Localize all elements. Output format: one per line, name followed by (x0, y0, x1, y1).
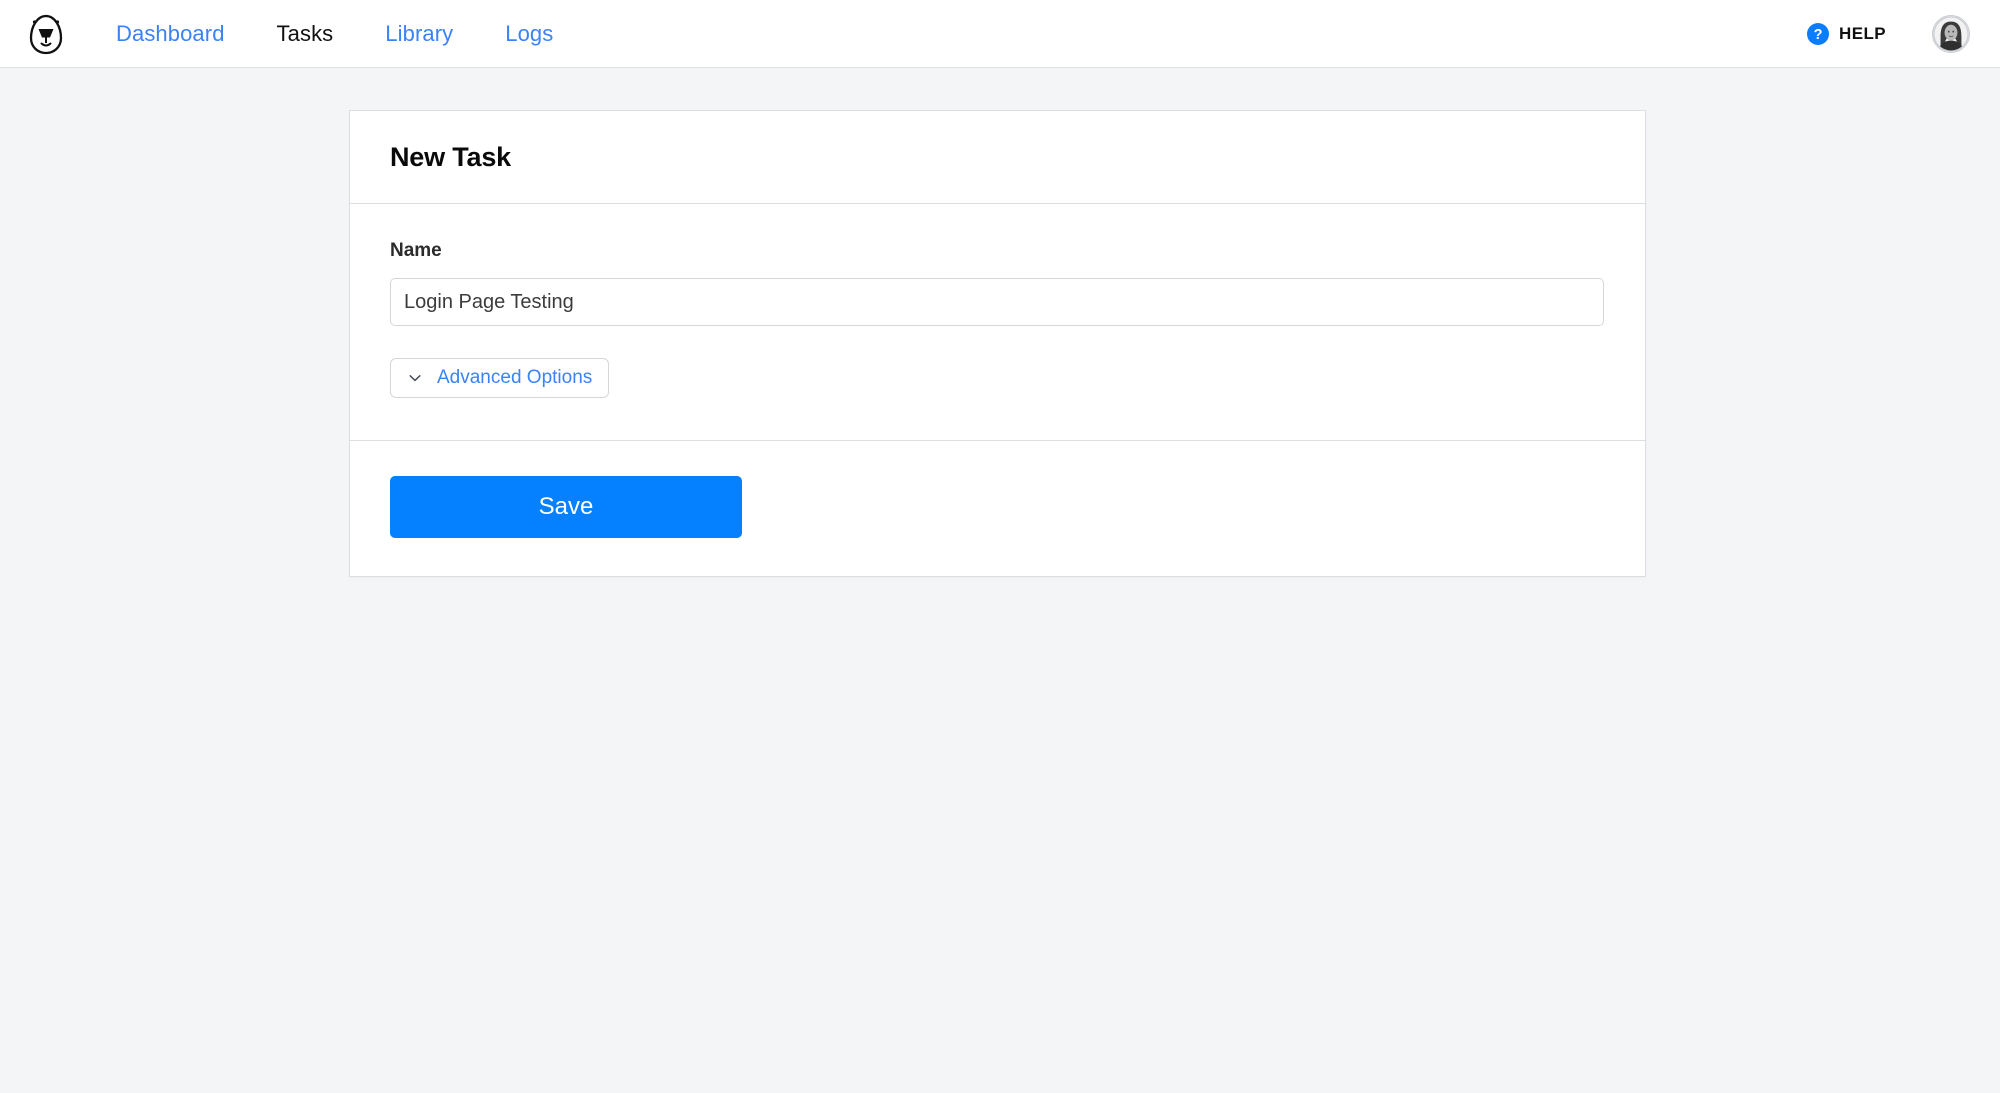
chevron-down-icon (409, 375, 421, 382)
nav-item-dashboard[interactable]: Dashboard (90, 0, 251, 68)
page-content: New Task Name Advanced Options Save (0, 68, 2000, 577)
page-title: New Task (390, 142, 511, 172)
nav-item-library[interactable]: Library (359, 0, 479, 68)
question-circle-icon: ? (1807, 22, 1830, 45)
card-body: Name Advanced Options (350, 204, 1645, 441)
advanced-options-label: Advanced Options (437, 367, 593, 388)
svg-text:?: ? (1814, 27, 1823, 43)
top-navigation-bar: Dashboard Tasks Library Logs ? HELP (0, 0, 2000, 68)
avatar[interactable] (1932, 14, 1970, 53)
main-nav: Dashboard Tasks Library Logs (90, 0, 579, 68)
help-label: HELP (1839, 23, 1886, 43)
name-input[interactable] (390, 278, 1604, 326)
advanced-options-button[interactable]: Advanced Options (390, 358, 610, 398)
egg-mascot-logo-icon (29, 14, 63, 54)
help-button[interactable]: ? HELP (1806, 22, 1886, 46)
new-task-card: New Task Name Advanced Options Save (349, 110, 1646, 577)
nav-item-tasks[interactable]: Tasks (251, 0, 360, 68)
name-field-label: Name (390, 240, 442, 261)
nav-item-logs[interactable]: Logs (479, 0, 579, 68)
save-button[interactable]: Save (390, 476, 742, 538)
header-actions: ? HELP (1806, 14, 1970, 53)
app-logo[interactable] (26, 12, 66, 56)
card-header: New Task (350, 111, 1645, 204)
card-footer: Save (350, 441, 1645, 576)
